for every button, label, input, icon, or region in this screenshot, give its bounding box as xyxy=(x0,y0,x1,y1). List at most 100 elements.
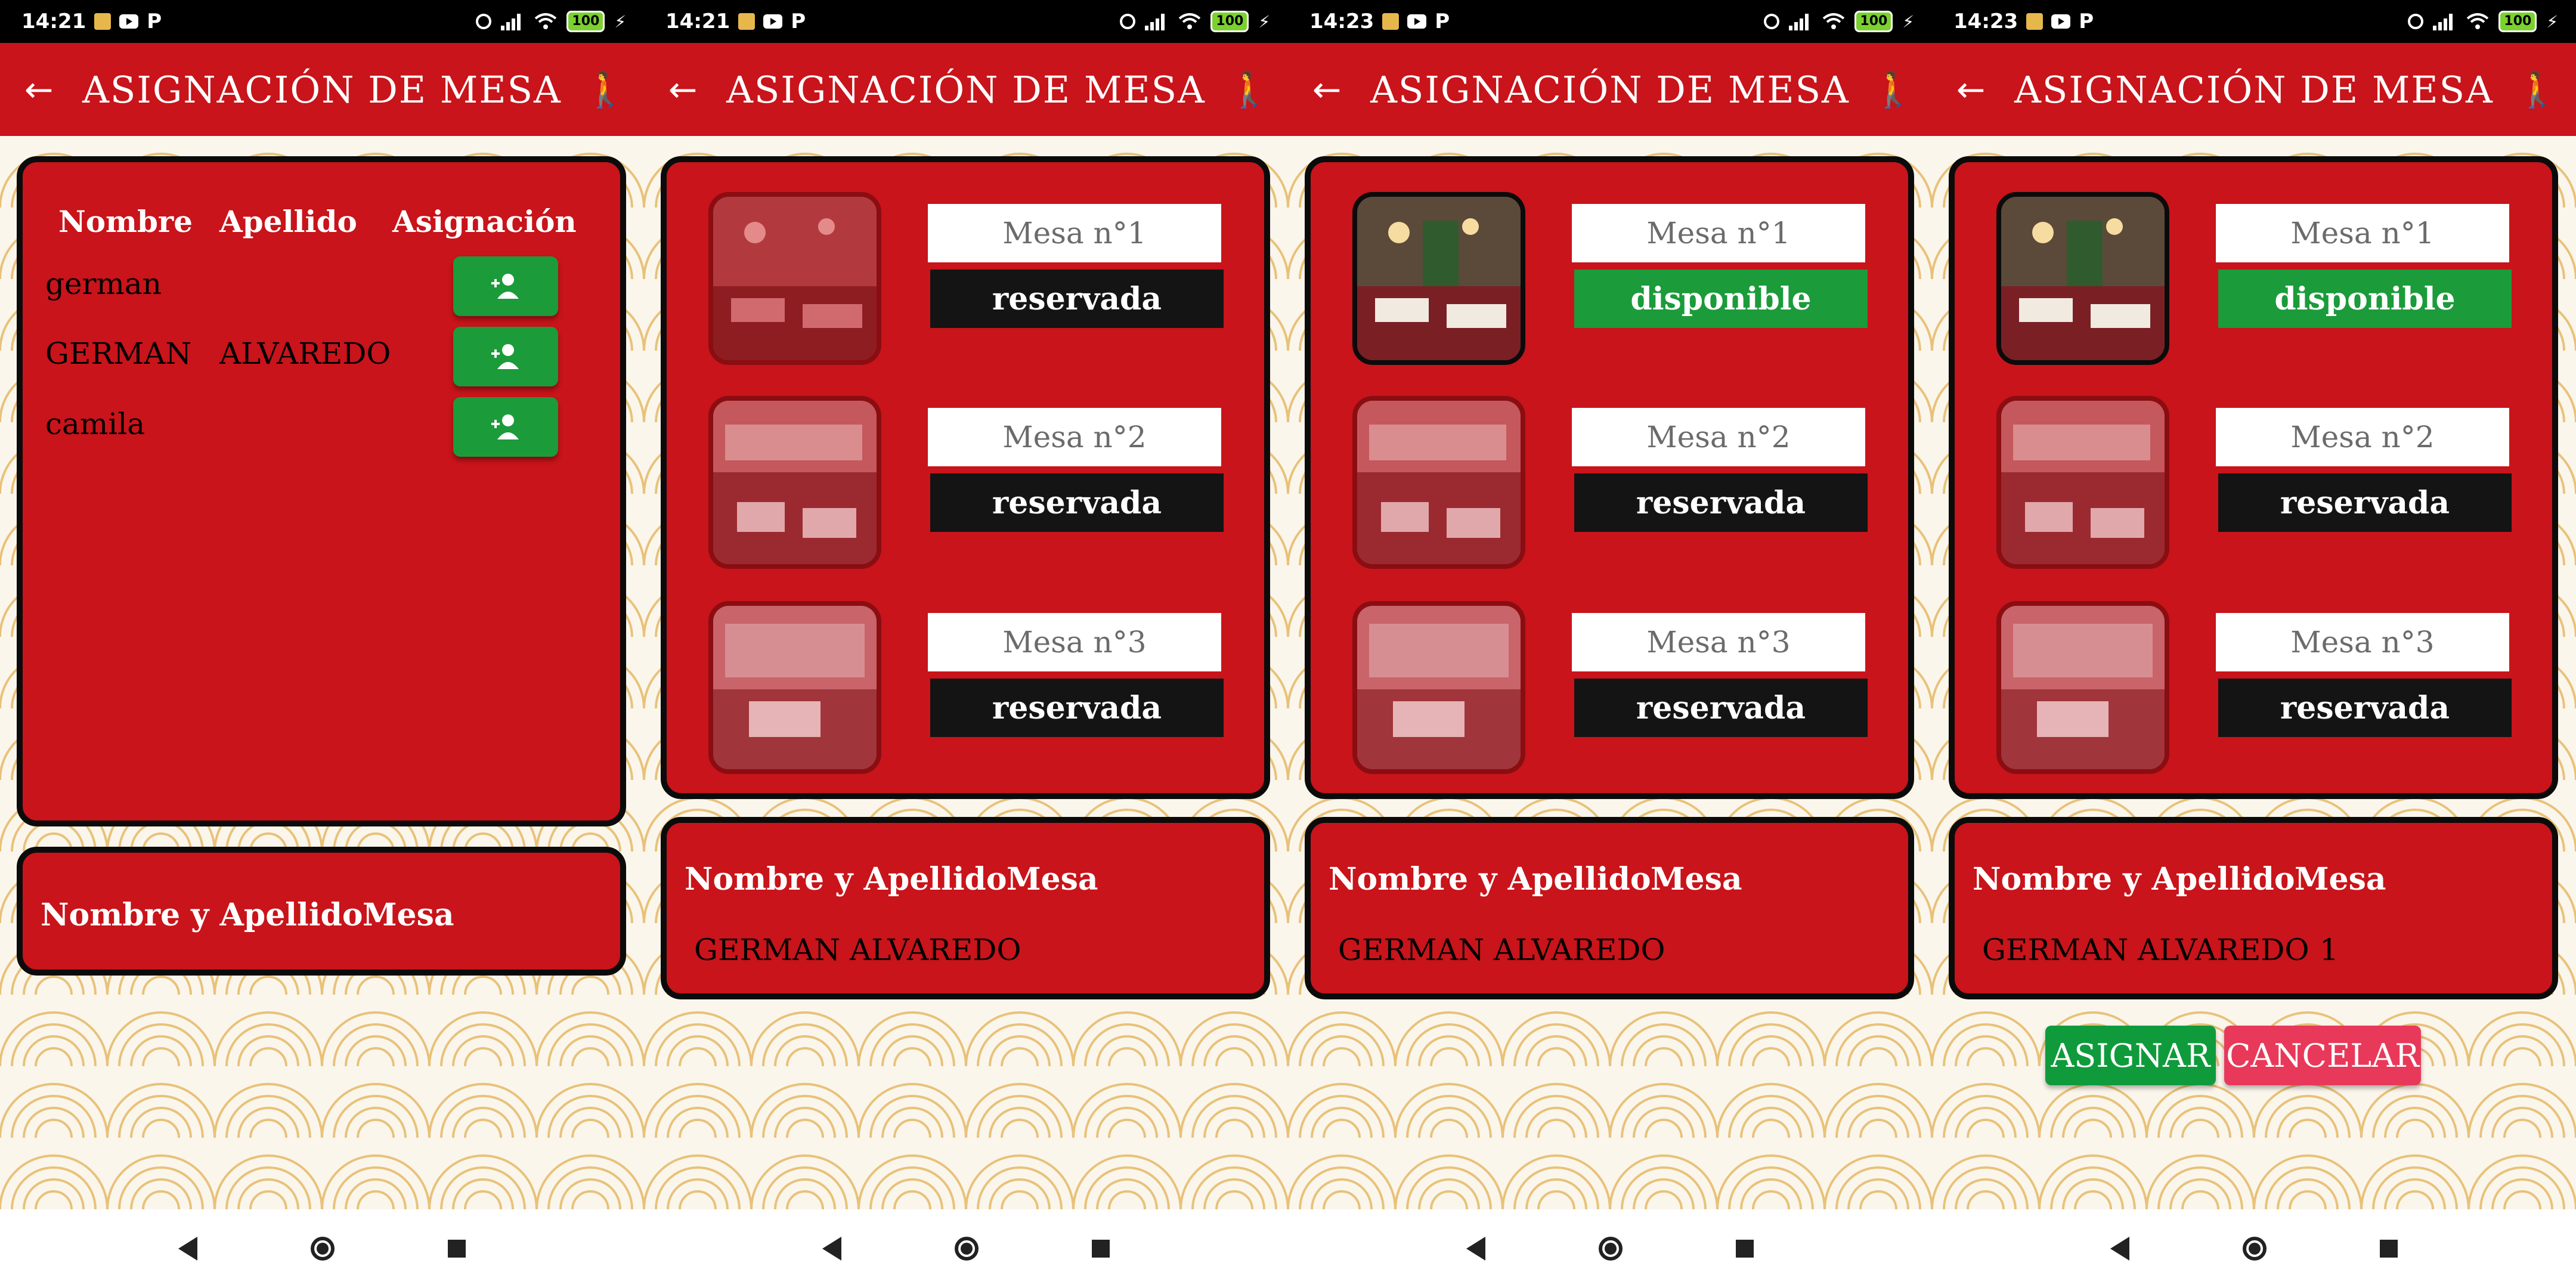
mesa-3-status[interactable]: reservada xyxy=(2218,679,2512,737)
mesa-3-image[interactable] xyxy=(1996,601,2169,774)
mesa-1-image[interactable] xyxy=(1352,192,1525,365)
charging-icon: ⚡ xyxy=(614,11,626,32)
nav-back-icon[interactable] xyxy=(2110,1237,2129,1261)
battery-icon: 100 xyxy=(1210,11,1249,32)
parking-icon: P xyxy=(147,10,162,33)
summary-card: Nombre y Apellido Mesa xyxy=(17,847,626,976)
tables-card: Mesa n°1 reservada Mesa n°2 reservada Me… xyxy=(661,156,1270,799)
header-asignacion: Asignación xyxy=(392,204,577,239)
nav-home-icon[interactable] xyxy=(1599,1237,1623,1261)
summary-name: GERMAN ALVAREDO xyxy=(1982,933,2309,967)
status-time: 14:21 xyxy=(21,10,86,33)
system-nav-bar xyxy=(0,1209,644,1288)
phone-screen-1: 14:21 P 100 ⚡ ← ASIGNACIÓN DE MESA 🚶 Nom… xyxy=(0,0,644,1288)
asignar-button[interactable]: ASIGNAR xyxy=(2045,1026,2216,1085)
add-person-icon xyxy=(491,274,519,299)
back-arrow-icon[interactable]: ← xyxy=(644,69,722,110)
back-arrow-icon[interactable]: ← xyxy=(1932,69,2010,110)
mesa-1-status[interactable]: disponible xyxy=(1574,270,1868,328)
system-nav-bar xyxy=(1932,1209,2576,1288)
nav-back-icon[interactable] xyxy=(1466,1237,1485,1261)
summary-header-name: Nombre y Apellido xyxy=(1329,861,1651,897)
mesa-1-status[interactable]: reservada xyxy=(930,270,1224,328)
mesa-2-label: Mesa n°2 xyxy=(2216,408,2509,466)
walking-person-icon[interactable]: 🚶 xyxy=(566,69,644,110)
mesa-3-image[interactable] xyxy=(708,601,881,774)
app-notification-icon xyxy=(94,13,112,30)
system-nav-bar xyxy=(1288,1209,1932,1288)
summary-header-mesa: Mesa xyxy=(1651,861,1742,897)
mesa-2-label: Mesa n°2 xyxy=(928,408,1221,466)
app-bar: ← ASIGNACIÓN DE MESA 🚶 xyxy=(0,43,644,136)
status-time: 14:23 xyxy=(1953,10,2018,33)
summary-header-mesa: Mesa xyxy=(2295,861,2386,897)
customers-card: Nombre Apellido Asignación german GERMAN… xyxy=(17,156,626,826)
charging-icon: ⚡ xyxy=(2546,11,2558,32)
nav-back-icon[interactable] xyxy=(178,1237,197,1261)
nav-home-icon[interactable] xyxy=(955,1237,979,1261)
nav-home-icon[interactable] xyxy=(311,1237,335,1261)
assign-user-button-2[interactable] xyxy=(453,327,558,386)
mesa-2-image[interactable] xyxy=(1352,396,1525,569)
summary-header-name: Nombre y Apellido xyxy=(41,897,363,933)
youtube-icon xyxy=(119,14,139,29)
youtube-icon xyxy=(1407,14,1427,29)
mesa-2-status[interactable]: reservada xyxy=(930,473,1224,532)
charging-icon: ⚡ xyxy=(1258,11,1270,32)
wifi-icon xyxy=(1823,13,1845,29)
app-bar: ← ASIGNACIÓN DE MESA 🚶 xyxy=(1288,43,1932,136)
parking-icon: P xyxy=(791,10,806,33)
mesa-2-status[interactable]: reservada xyxy=(1574,473,1868,532)
alarm-icon xyxy=(2408,14,2424,29)
parking-icon: P xyxy=(2079,10,2094,33)
nav-recent-icon[interactable] xyxy=(1736,1240,1754,1258)
status-bar: 14:21 P 100 ⚡ xyxy=(644,0,1288,43)
assign-user-button-3[interactable] xyxy=(453,397,558,457)
app-notification-icon xyxy=(738,13,756,30)
mesa-2-image[interactable] xyxy=(708,396,881,569)
mesa-1-image[interactable] xyxy=(1996,192,2169,365)
nav-recent-icon[interactable] xyxy=(448,1240,466,1258)
status-time: 14:23 xyxy=(1309,10,1374,33)
summary-header-name: Nombre y Apellido xyxy=(685,861,1007,897)
alarm-icon xyxy=(1120,14,1136,29)
phone-screen-4: 14:23 P 100 ⚡ ← ASIGNACIÓN DE MESA 🚶 Mes… xyxy=(1932,0,2576,1288)
wifi-icon xyxy=(2467,13,2489,29)
row-1-nombre: german xyxy=(45,267,162,301)
battery-icon: 100 xyxy=(2498,11,2537,32)
nav-home-icon[interactable] xyxy=(2243,1237,2267,1261)
header-apellido: Apellido xyxy=(219,204,357,239)
status-bar: 14:23 P 100 ⚡ xyxy=(1288,0,1932,43)
mesa-1-image[interactable] xyxy=(708,192,881,365)
mesa-1-label: Mesa n°1 xyxy=(928,204,1221,262)
summary-header-mesa: Mesa xyxy=(1007,861,1098,897)
mesa-3-status[interactable]: reservada xyxy=(930,679,1224,737)
back-arrow-icon[interactable]: ← xyxy=(0,69,78,110)
wifi-icon xyxy=(535,13,557,29)
summary-card: Nombre y Apellido Mesa GERMAN ALVAREDO xyxy=(661,817,1270,999)
status-time: 14:21 xyxy=(665,10,730,33)
back-arrow-icon[interactable]: ← xyxy=(1288,69,1366,110)
walking-person-icon[interactable]: 🚶 xyxy=(2498,69,2576,110)
cancelar-button[interactable]: CANCELAR xyxy=(2224,1026,2421,1085)
system-nav-bar xyxy=(644,1209,1288,1288)
nav-recent-icon[interactable] xyxy=(1092,1240,1110,1258)
app-bar: ← ASIGNACIÓN DE MESA 🚶 xyxy=(644,43,1288,136)
mesa-3-image[interactable] xyxy=(1352,601,1525,774)
summary-card: Nombre y Apellido Mesa GERMAN ALVAREDO 1 xyxy=(1949,817,2558,999)
mesa-1-status[interactable]: disponible xyxy=(2218,270,2512,328)
page-title: ASIGNACIÓN DE MESA xyxy=(1370,67,1850,112)
walking-person-icon[interactable]: 🚶 xyxy=(1210,69,1288,110)
assign-user-button-1[interactable] xyxy=(453,256,558,316)
mesa-3-label: Mesa n°3 xyxy=(1572,613,1865,671)
mesa-3-status[interactable]: reservada xyxy=(1574,679,1868,737)
mesa-2-status[interactable]: reservada xyxy=(2218,473,2512,532)
page-title: ASIGNACIÓN DE MESA xyxy=(726,67,1206,112)
nav-back-icon[interactable] xyxy=(822,1237,841,1261)
mesa-2-label: Mesa n°2 xyxy=(1572,408,1865,466)
nav-recent-icon[interactable] xyxy=(2380,1240,2398,1258)
walking-person-icon[interactable]: 🚶 xyxy=(1854,69,1932,110)
signal-icon xyxy=(501,13,525,30)
mesa-2-image[interactable] xyxy=(1996,396,2169,569)
tables-card: Mesa n°1 disponible Mesa n°2 reservada M… xyxy=(1949,156,2558,799)
